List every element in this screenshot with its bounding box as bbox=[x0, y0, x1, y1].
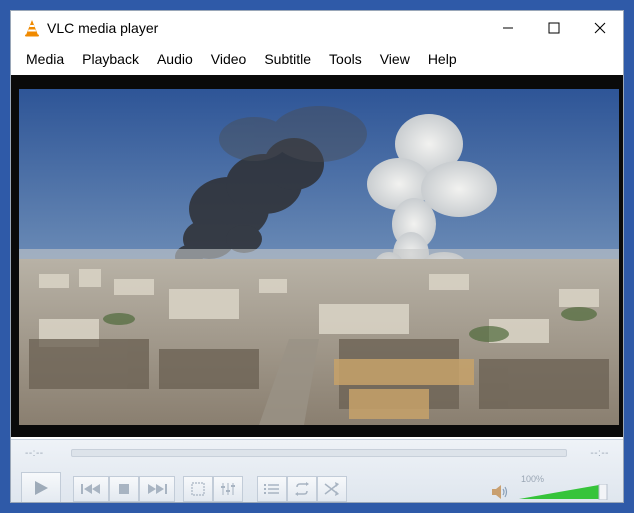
menu-audio[interactable]: Audio bbox=[148, 47, 202, 71]
menu-playback[interactable]: Playback bbox=[73, 47, 148, 71]
next-button[interactable] bbox=[139, 476, 175, 502]
maximize-button[interactable] bbox=[531, 11, 577, 45]
menu-bar: Media Playback Audio Video Subtitle Tool… bbox=[11, 47, 623, 71]
maximize-icon bbox=[548, 22, 560, 34]
minimize-icon bbox=[503, 27, 513, 29]
video-frame bbox=[19, 89, 619, 425]
menu-tools[interactable]: Tools bbox=[320, 47, 371, 71]
next-icon bbox=[148, 484, 167, 494]
previous-button[interactable] bbox=[73, 476, 109, 502]
loop-button[interactable] bbox=[287, 476, 317, 502]
shuffle-icon bbox=[324, 482, 339, 496]
seek-bar[interactable] bbox=[71, 449, 567, 457]
vlc-cone-icon bbox=[23, 19, 41, 37]
video-still-image bbox=[19, 89, 619, 425]
previous-icon bbox=[81, 484, 100, 494]
menu-view[interactable]: View bbox=[371, 47, 419, 71]
vlc-window: VLC media player Media Playback Audio Vi… bbox=[10, 10, 624, 503]
close-button[interactable] bbox=[577, 11, 623, 45]
extended-settings-button[interactable] bbox=[213, 476, 243, 502]
close-icon bbox=[594, 22, 606, 34]
menu-help[interactable]: Help bbox=[419, 47, 466, 71]
stop-icon bbox=[119, 484, 129, 494]
menu-video[interactable]: Video bbox=[202, 47, 256, 71]
title-bar[interactable]: VLC media player bbox=[11, 11, 623, 45]
volume-slider[interactable] bbox=[515, 483, 611, 501]
control-panel: --:-- --:-- 100% bbox=[11, 439, 623, 502]
playlist-button[interactable] bbox=[257, 476, 287, 502]
menu-media[interactable]: Media bbox=[17, 47, 73, 71]
minimize-button[interactable] bbox=[485, 11, 531, 45]
play-button[interactable] bbox=[21, 472, 61, 502]
window-title: VLC media player bbox=[47, 20, 159, 36]
volume-percent: 100% bbox=[521, 474, 545, 484]
fullscreen-icon bbox=[191, 482, 205, 496]
loop-icon bbox=[295, 482, 309, 496]
fullscreen-button[interactable] bbox=[183, 476, 213, 502]
playlist-icon bbox=[264, 484, 279, 494]
stop-button[interactable] bbox=[109, 476, 139, 502]
video-area[interactable] bbox=[11, 75, 623, 437]
elapsed-time: --:-- bbox=[25, 448, 44, 459]
speaker-icon[interactable] bbox=[491, 484, 509, 500]
menu-subtitle[interactable]: Subtitle bbox=[255, 47, 320, 71]
total-time: --:-- bbox=[590, 448, 609, 459]
play-icon bbox=[35, 481, 48, 495]
equalizer-icon bbox=[221, 483, 235, 495]
shuffle-button[interactable] bbox=[317, 476, 347, 502]
